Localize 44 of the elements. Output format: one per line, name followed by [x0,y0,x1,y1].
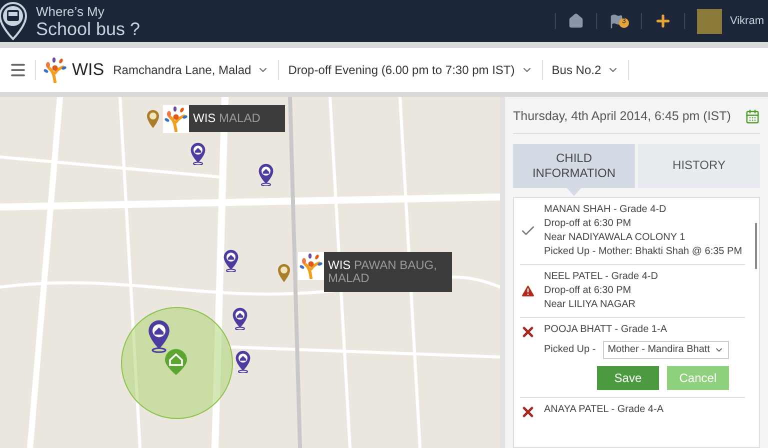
home-icon [568,13,584,29]
menu-icon[interactable] [9,61,27,79]
child-info-line: POOJA BHATT - Grade 1-A [544,322,668,337]
home-marker-icon[interactable] [164,348,188,376]
brand-name: WIS [72,59,104,82]
app-title: School bus ? [36,20,140,38]
child-row[interactable]: POOJA BHATT - Grade 1-A Picked Up - Mother - Mandira Bhatt Save Cancel [520,318,745,398]
child-row[interactable]: MANAN SHAH - Grade 4-D Drop-off at 6:30 PM Near NADIYAWALA COLONY 1 Picked Up - Mother: Bhakti Shah @ 6:35 PM [520,198,745,265]
save-button[interactable]: Save [596,366,659,390]
child-info-line: Drop-off at 6:30 PM [544,216,632,231]
map-pin-icon[interactable] [257,163,275,186]
panel-tab[interactable]: HISTORY [638,144,760,188]
child-row[interactable]: NEEL PATEL - Grade 4-D Drop-off at 6:30 PM Near LILIYA NAGAR [520,264,745,318]
date-time: Thursday, 4th April 2014, 6:45 pm (IST) [513,108,731,125]
filter-dropdown[interactable]: Drop-off Evening (6.00 pm to 7:30 pm IST) [279,61,542,79]
child-info-line: Near LILIYA NAGAR [544,298,637,312]
warning-icon [520,282,536,299]
map-pin-icon[interactable] [189,142,207,166]
map-pin-icon[interactable] [234,350,252,374]
filter-dropdown[interactable]: Bus No.2 [542,61,628,79]
child-info-line: Drop-off at 6:30 PM [544,284,632,298]
child-info-line: MANAN SHAH - Grade 4-D [544,202,668,217]
map-pin-icon[interactable] [146,319,172,353]
scrollbar-thumb[interactable] [755,222,757,269]
school-label: WIS MALAD [189,105,285,132]
picked-up-select[interactable]: Mother - Mandira Bhatt [602,340,729,359]
child-info-line: ANAYA PATEL - Grade 4-A [544,402,664,417]
filter-dropdown[interactable]: Ramchandra Lane, Malad [104,61,278,79]
app-title: Where’s My [36,4,106,18]
plus-icon [654,12,672,30]
user-menu[interactable]: Vikram [730,12,768,30]
avatar[interactable] [696,8,722,34]
map[interactable]: WIS MALAD WIS PAWAN BAUG, MALAD [0,97,500,448]
hamburger-icon [9,61,27,79]
picked-up-label: Picked Up - [544,342,596,357]
calendar-icon[interactable] [745,108,760,124]
map-pin-icon[interactable] [222,249,240,272]
logo-icon [43,57,67,83]
map-pin-icon[interactable] [231,307,249,330]
school-label: WIS PAWAN BAUG, MALAD [324,252,452,292]
child-info-line: NEEL PATEL - Grade 4-D [544,270,658,284]
child-info-line: Near NADIYAWALA COLONY 1 [544,230,686,245]
child-row[interactable]: ANAYA PATEL - Grade 4-A [520,398,745,426]
child-info-line: Picked Up - Mother: Bhakti Shah @ 6:35 PM [544,244,742,259]
